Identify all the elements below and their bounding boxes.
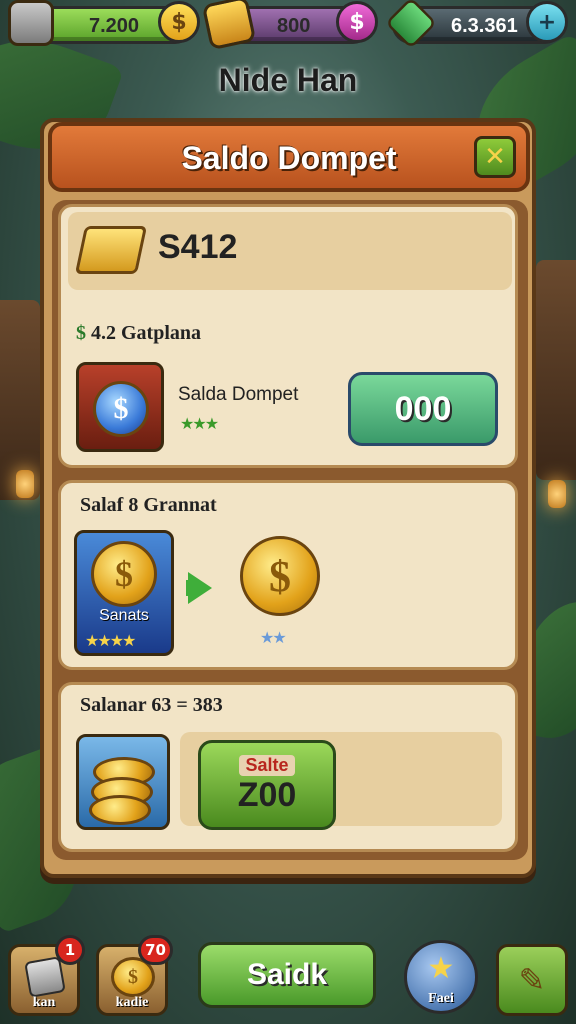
coin-pack-stars: ★★★★ <box>85 631 136 650</box>
blue-coin-icon: $ <box>93 381 149 437</box>
nav-label-kadie: kadie <box>115 995 149 1010</box>
background-lamp <box>16 470 34 498</box>
wallet-value-button[interactable]: 000 <box>348 372 498 446</box>
exchange-arrow-icon <box>188 572 212 604</box>
nav-label-faei: Faei <box>428 991 454 1006</box>
nav-badge-kan: 1 <box>55 935 85 965</box>
wallet-item-icon[interactable]: $ <box>76 362 164 452</box>
add-gems-button[interactable]: + <box>526 1 568 43</box>
card-icon <box>8 0 54 46</box>
resource-value-gold: 800 <box>277 15 311 37</box>
dice-icon <box>24 956 66 998</box>
item-name: Salda Dompet <box>178 384 299 405</box>
nav-badge-kadie: 70 <box>138 935 173 965</box>
background-hut <box>536 260 576 480</box>
sale-button[interactable]: Salte Z00 <box>198 740 336 830</box>
section1-text: 4.2 Gatplana <box>91 322 202 344</box>
resource-value-gems: 6.3.361 <box>451 15 518 37</box>
close-icon: ✕ <box>484 142 506 172</box>
coin-stack-bot <box>89 795 151 825</box>
nav-button-kadie[interactable]: $ 70 kadie <box>96 935 173 1016</box>
resource-value-cards: 7.200 <box>89 15 140 37</box>
nav-button-faei[interactable]: ★ Faei <box>404 940 478 1014</box>
background-lamp <box>548 480 566 508</box>
balance-value: S412 <box>158 228 238 266</box>
sale-button-label: Salte <box>239 755 295 776</box>
gold-coin-icon: $ <box>91 541 157 607</box>
gem-pink-icon[interactable]: $ <box>336 1 378 43</box>
screen-title: Nide Han <box>218 62 358 98</box>
nav-label-kan: kan <box>32 995 56 1010</box>
close-button[interactable]: ✕ <box>474 136 516 178</box>
section1-prefix: $ <box>76 322 86 344</box>
coin-stack-icon[interactable] <box>76 734 170 830</box>
panel-header: Saldo Dompet ✕ <box>48 122 530 192</box>
nav-button-kan[interactable]: 1 kan <box>8 935 85 1016</box>
coin-icon[interactable]: $ <box>158 1 200 43</box>
coin-pack-icon[interactable]: $ Sanats ★★★★ <box>74 530 174 656</box>
section1-label: $ 4.2 Gatplana <box>76 322 201 345</box>
main-action-label: Saidk <box>246 958 328 991</box>
pencil-icon: ✎ <box>518 961 546 999</box>
item-rating-stars: ★★★ <box>180 414 219 433</box>
wallet-value-label: 000 <box>394 389 452 428</box>
coin-pack-tag: Sanats <box>99 607 149 624</box>
main-action-button[interactable]: Saidk <box>198 942 376 1008</box>
section2-label: Salaf 8 Grannat <box>80 494 217 516</box>
gold-bars-icon <box>74 226 148 274</box>
panel-title: Saldo Dompet <box>181 140 397 176</box>
star-icon: ★ <box>427 951 455 986</box>
result-coin-icon: $ <box>240 536 320 616</box>
section3-label: Salanar 63 = 383 <box>80 694 223 716</box>
result-coin-stars: ★★ <box>260 628 287 647</box>
sale-button-value: Z00 <box>237 776 297 814</box>
nav-button-edit[interactable]: ✎ <box>496 944 568 1016</box>
